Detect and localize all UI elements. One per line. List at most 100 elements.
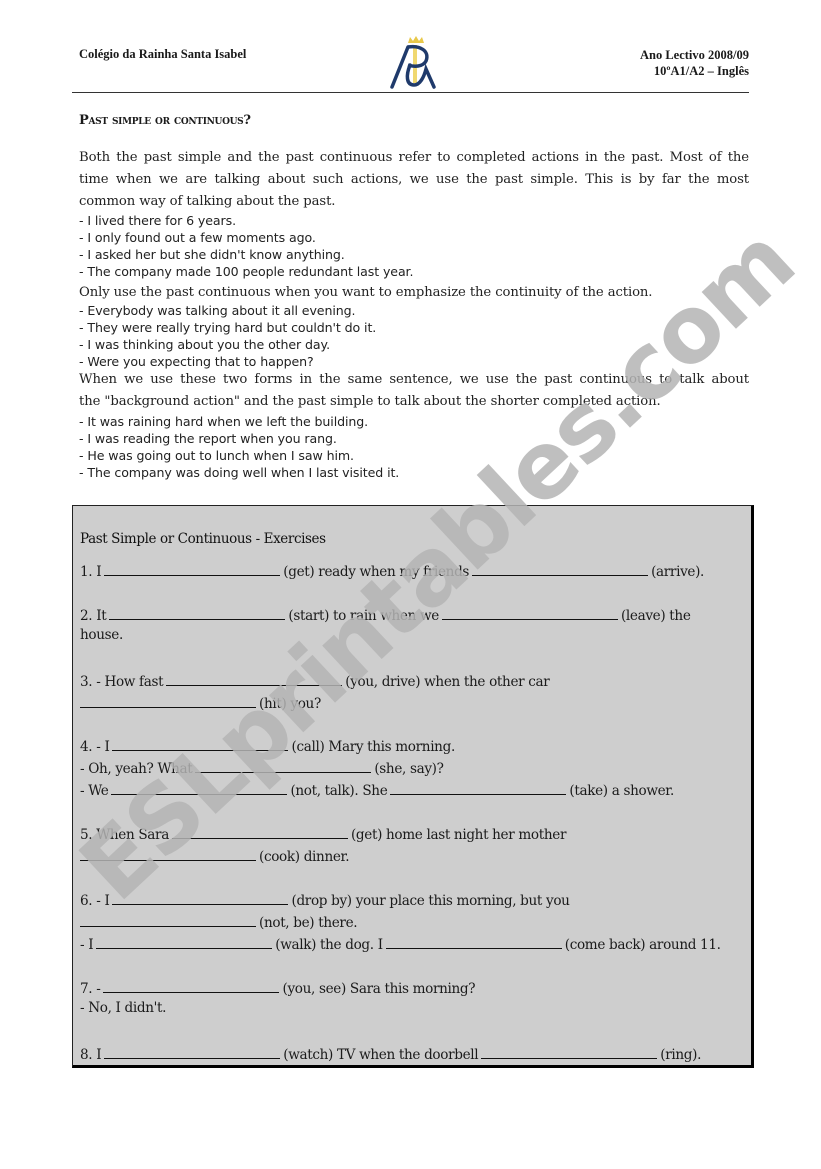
intro-paragraph-3: When we use these two forms in the same … — [79, 369, 749, 413]
exercise-text: - We — [80, 783, 109, 799]
exercise-text: (she, say)? — [374, 761, 444, 777]
exercise-text: (walk) the dog. I — [275, 937, 383, 953]
example-item: - I asked her but she didn't know anythi… — [79, 247, 345, 262]
exercise-text: (not, talk). She — [290, 783, 388, 799]
example-item: - They were really trying hard but could… — [79, 320, 377, 335]
exercise-text: (hit) you? — [259, 696, 321, 712]
exercise-line: 2. It (start) to rain when we (leave) the — [80, 605, 691, 624]
exercise-text: (ring). — [660, 1047, 702, 1063]
exercise-text: (you, drive) when the other car — [345, 674, 550, 690]
exercise-text: 4. - I — [80, 739, 110, 755]
exercise-text: 2. It — [80, 608, 107, 624]
exercise-line: 1. I (get) ready when my friends (arrive). — [80, 561, 704, 580]
intro-paragraph-1: Both the past simple and the past contin… — [79, 147, 749, 213]
answer-blank[interactable] — [441, 605, 618, 620]
paragraph-line: the "background action" and the past sim… — [79, 394, 661, 409]
exercise-line: 5. When Sara (get) home last night her mo… — [80, 824, 566, 843]
exercise-text: 7. - — [80, 981, 101, 997]
answer-blank[interactable] — [109, 605, 286, 620]
header-course-info: Ano Lectivo 2008/09 10ºA1/A2 – Inglês — [640, 47, 749, 79]
example-item: - I was thinking about you the other day… — [79, 337, 330, 352]
exercise-line: 8. I (watch) TV when the doorbell (ring). — [80, 1044, 701, 1063]
answer-blank[interactable] — [111, 780, 288, 795]
exercise-text: (call) Mary this morning. — [291, 739, 455, 755]
answer-blank[interactable] — [96, 934, 273, 949]
exercise-text: (not, be) there. — [259, 915, 358, 931]
example-list-past-continuous: - Everybody was talking about it all eve… — [79, 302, 749, 370]
example-item: - Were you expecting that to happen? — [79, 354, 314, 369]
exercise-line: house. — [80, 627, 123, 643]
answer-blank[interactable] — [171, 824, 348, 839]
exercise-text: - No, I didn't. — [80, 1000, 167, 1016]
answer-blank[interactable] — [112, 736, 289, 751]
exercise-line: (hit) you? — [80, 693, 321, 712]
exercise-box: Past Simple or Continuous - Exercises 1.… — [72, 505, 754, 1068]
exercise-line: 3. - How fast (you, drive) when the other… — [80, 671, 550, 690]
answer-blank[interactable] — [472, 561, 649, 576]
header-divider — [72, 92, 749, 93]
example-item: - I only found out a few moments ago. — [79, 230, 316, 245]
exercise-text: (watch) TV when the doorbell — [283, 1047, 479, 1063]
exercise-line: 4. - I (call) Mary this morning. — [80, 736, 455, 755]
exercise-line: (not, be) there. — [80, 912, 358, 931]
exercise-text: (drop by) your place this morning, but y… — [291, 893, 570, 909]
example-item: - The company made 100 people redundant … — [79, 264, 414, 279]
school-year: Ano Lectivo 2008/09 — [639, 48, 749, 62]
exercise-text: (start) to rain when we — [288, 608, 439, 624]
exercise-text: house. — [80, 627, 123, 643]
answer-blank[interactable] — [195, 758, 372, 773]
exercise-text: (come back) around 11. — [564, 937, 721, 953]
exercise-line: 7. - (you, see) Sara this morning? — [80, 978, 476, 997]
exercise-line: (cook) dinner. — [80, 846, 350, 865]
class-subject: 10ºA1/A2 – Inglês — [653, 64, 749, 78]
answer-blank[interactable] — [80, 912, 256, 927]
exercise-title: Past Simple or Continuous - Exercises — [80, 531, 326, 547]
school-name: Colégio da Rainha Santa Isabel — [79, 47, 247, 61]
exercise-line: - I (walk) the dog. I (come back) around 1… — [80, 934, 721, 953]
answer-blank[interactable] — [481, 1044, 658, 1059]
example-item: - Everybody was talking about it all eve… — [79, 303, 356, 318]
answer-blank[interactable] — [390, 780, 567, 795]
exercise-text: (leave) the — [620, 608, 691, 624]
exercise-text: 1. I — [80, 564, 102, 580]
exercise-text: 5. When Sara — [80, 827, 169, 843]
example-item: - He was going out to lunch when I saw h… — [79, 448, 354, 463]
exercise-line: 6. - I (drop by) your place this morning,… — [80, 890, 570, 909]
exercise-line: - Oh, yeah? What (she, say)? — [80, 758, 444, 777]
answer-blank[interactable] — [80, 693, 256, 708]
exercise-text: (take) a shower. — [569, 783, 674, 799]
exercise-text: - I — [80, 937, 94, 953]
exercise-text: - Oh, yeah? What — [80, 761, 193, 777]
answer-blank[interactable] — [80, 846, 256, 861]
paragraph-line: common way of talking about the past. — [79, 194, 336, 209]
exercise-text: 8. I — [80, 1047, 102, 1063]
example-item: - I lived there for 6 years. — [79, 213, 236, 228]
example-list-combined: - It was raining hard when we left the b… — [79, 413, 749, 481]
paragraph-line: When we use these two forms in the same … — [79, 372, 749, 387]
answer-blank[interactable] — [166, 671, 343, 686]
example-item: - It was raining hard when we left the b… — [79, 414, 369, 429]
exercise-text: (get) home last night her mother — [350, 827, 567, 843]
exercise-text: (arrive). — [651, 564, 705, 580]
answer-blank[interactable] — [103, 978, 280, 993]
example-item: - The company was doing well when I last… — [79, 465, 400, 480]
exercise-text: (get) ready when my friends — [283, 564, 470, 580]
example-list-past-simple: - I lived there for 6 years. - I only fo… — [79, 212, 749, 280]
paragraph-line: time when we are talking about such acti… — [79, 172, 749, 187]
exercise-line: - No, I didn't. — [80, 1000, 166, 1016]
paragraph-line: Only use the past continuous when you wa… — [79, 285, 653, 300]
intro-paragraph-2: Only use the past continuous when you wa… — [79, 282, 749, 304]
paragraph-line: Both the past simple and the past contin… — [79, 150, 749, 165]
exercise-text: (cook) dinner. — [259, 849, 350, 865]
exercise-text: (you, see) Sara this morning? — [282, 981, 476, 997]
section-title: Past simple or continuous? — [79, 113, 251, 128]
answer-blank[interactable] — [112, 890, 289, 905]
answer-blank[interactable] — [104, 561, 281, 576]
exercise-line: - We (not, talk). She (take) a shower. — [80, 780, 674, 799]
example-item: - I was reading the report when you rang… — [79, 431, 337, 446]
exercise-text: 3. - How fast — [80, 674, 164, 690]
answer-blank[interactable] — [104, 1044, 281, 1059]
answer-blank[interactable] — [385, 934, 562, 949]
school-crest-icon — [386, 33, 442, 91]
exercise-text: 6. - I — [80, 893, 110, 909]
